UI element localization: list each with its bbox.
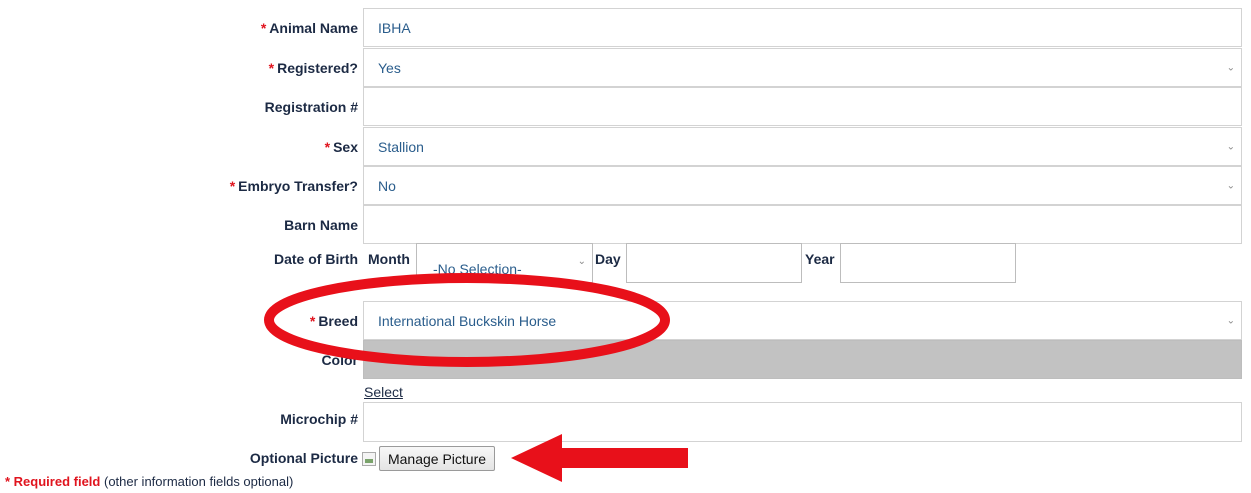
arrow-left-icon (511, 434, 562, 482)
arrow-shaft (560, 448, 688, 468)
highlight-ellipse (264, 273, 670, 367)
annotation-overlay (264, 273, 688, 482)
